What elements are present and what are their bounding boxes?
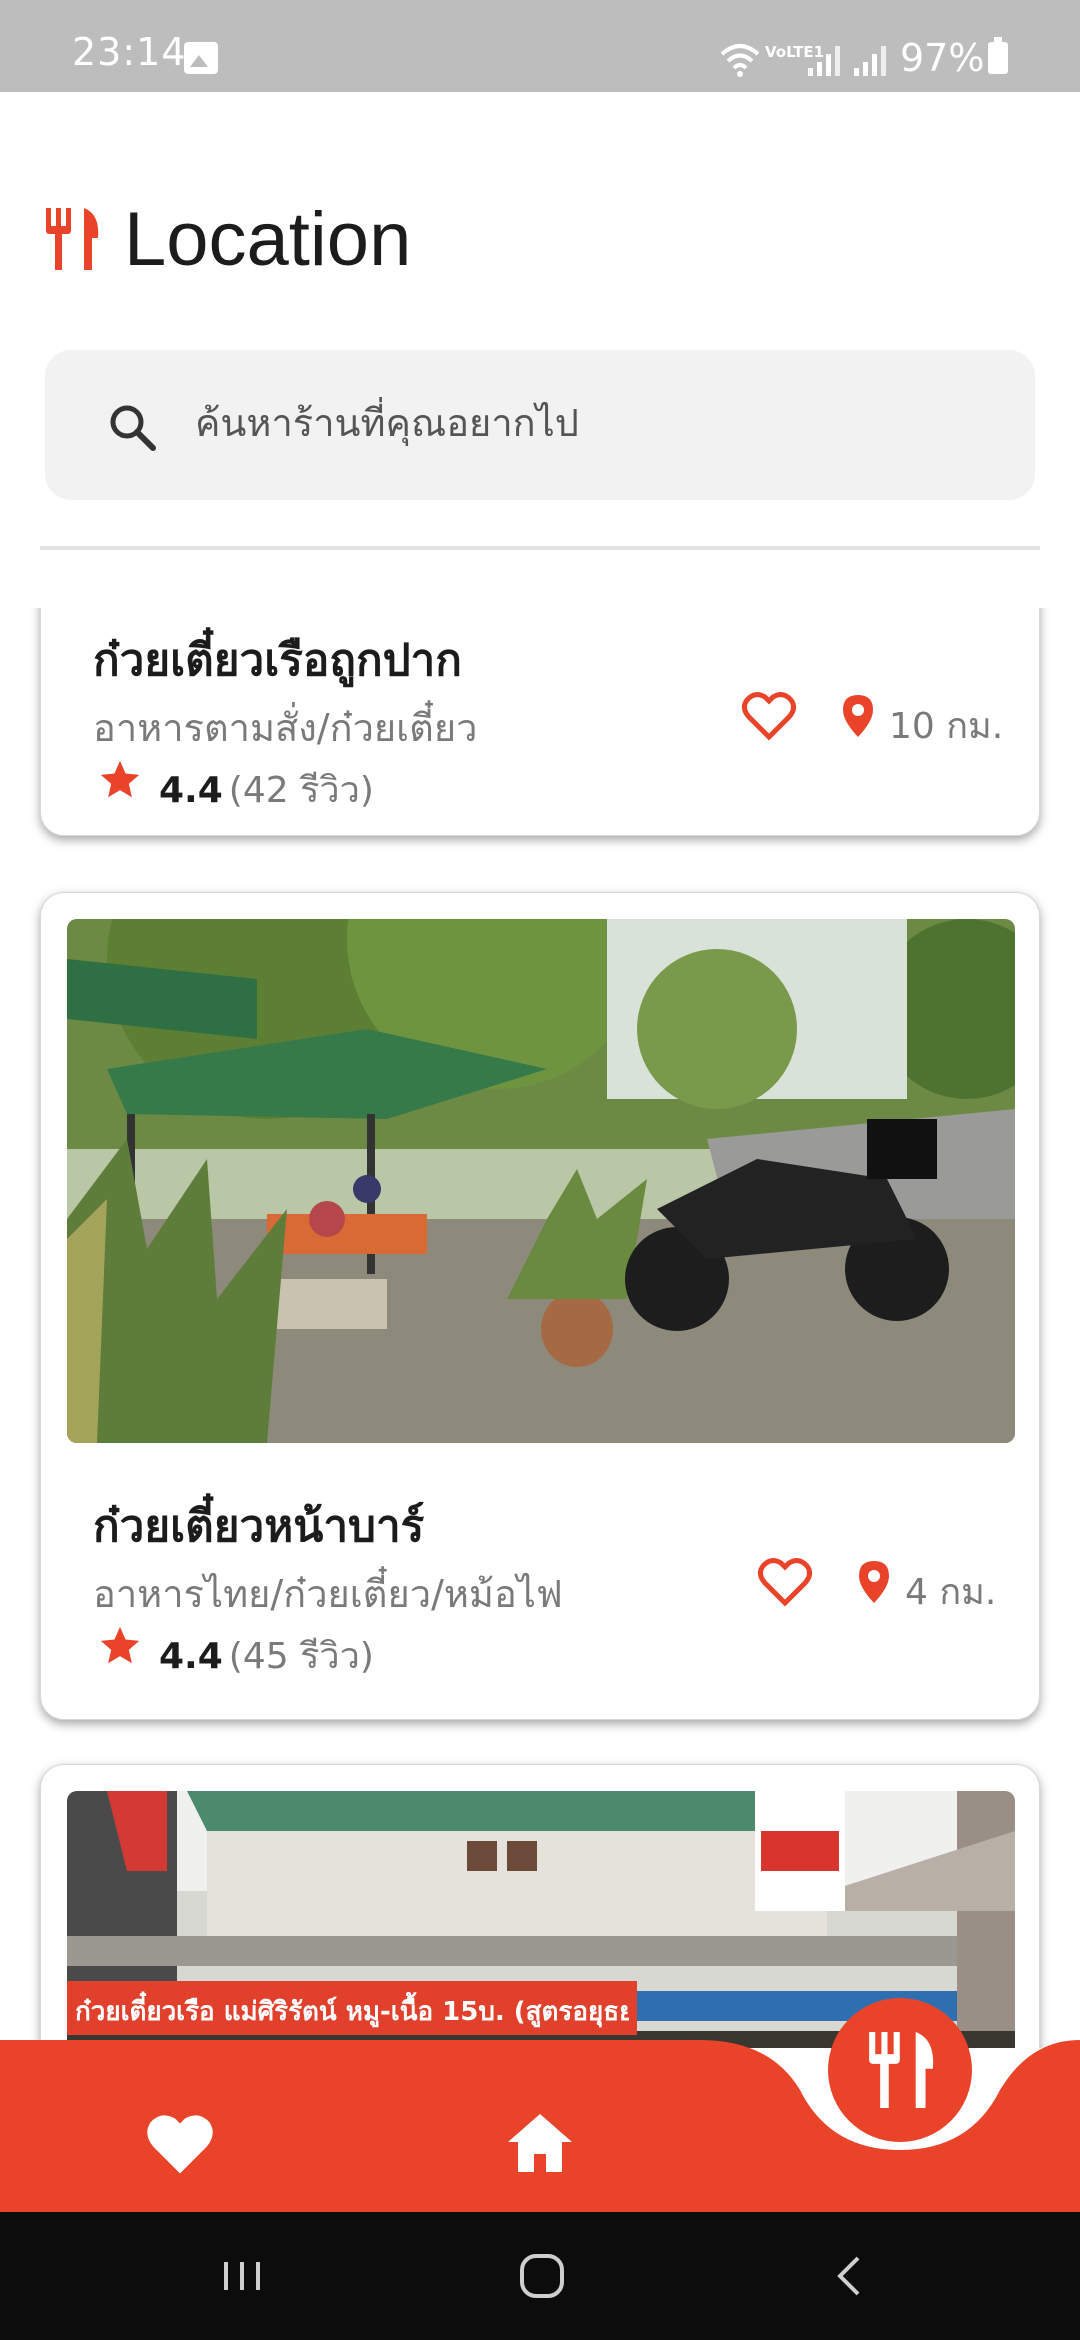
location-pin-icon [859,1561,889,1603]
restaurant-name: ก๋วยเตี๋ยวเรือถูกปาก [93,635,462,686]
restaurant-card[interactable]: ก๋วยเตี๋ยวเรือถูกปาก อาหารตามสั่ง/ก๋วยเต… [40,608,1040,836]
star-icon [100,760,140,798]
outdoor-restaurant-photo [67,919,1015,1443]
signal-icon [854,46,886,76]
system-navigation-bar [0,2212,1080,2340]
fork-knife-icon [46,208,99,270]
review-count: (45 รีวิว) [228,1636,374,1677]
favorite-heart-icon[interactable] [757,1557,813,1607]
fork-knife-glyph [869,2032,934,2108]
restaurant-card[interactable]: ก๋วยเตี๋ยวหน้าบาร์ อาหารไทย/ก๋วยเตี๋ยว/ห… [40,892,1040,1720]
star-icon [100,1626,140,1664]
shop-sign [755,1791,845,1911]
restaurant-category: อาหารตามสั่ง/ก๋วยเตี๋ยว [93,706,478,750]
search-icon [110,405,156,451]
search-input[interactable] [195,388,995,458]
recents-icon[interactable] [212,2246,272,2306]
heart-icon[interactable] [144,2112,216,2176]
home-circle-icon[interactable] [512,2246,572,2306]
location-pin-icon [843,695,873,737]
search-bar[interactable] [45,350,1035,500]
restaurant-name: ก๋วยเตี๋ยวหน้าบาร์ [93,1501,425,1552]
home-icon[interactable] [506,2112,574,2174]
fork-knife-icon[interactable] [828,1998,972,2142]
battery-percent: 97% [900,36,985,80]
review-count: (42 รีวิว) [228,770,374,811]
status-bar: 23:14 VoLTE1 97% [0,0,1080,92]
signal-icon [808,46,840,76]
restaurant-list[interactable]: ก๋วยเตี๋ยวเรือถูกปาก อาหารตามสั่ง/ก๋วยเต… [0,608,1080,2048]
restaurant-category: อาหารไทย/ก๋วยเตี๋ยว/หม้อไฟ [93,1572,563,1616]
back-icon[interactable] [820,2246,880,2306]
gallery-notification-icon [184,42,218,74]
restaurant-rating: 4.4 (42 รีวิว) [159,770,374,811]
page-title: Location [124,197,412,282]
restaurant-rating: 4.4 (45 รีวิว) [159,1636,374,1677]
divider [40,546,1040,550]
battery-icon [988,37,1008,74]
wifi-icon [720,44,760,77]
distance-label: 10 กม. [889,706,1004,747]
favorite-heart-icon[interactable] [741,691,797,741]
bottom-navigation [0,1998,1080,2212]
shop-sign-text: ก๋วยเตี๋ยวเรือ แม่ศิริรัตน์ หมู-เนื้อ 15… [75,1997,629,2027]
distance-label: 4 กม. [905,1572,997,1613]
status-time: 23:14 [72,30,187,74]
